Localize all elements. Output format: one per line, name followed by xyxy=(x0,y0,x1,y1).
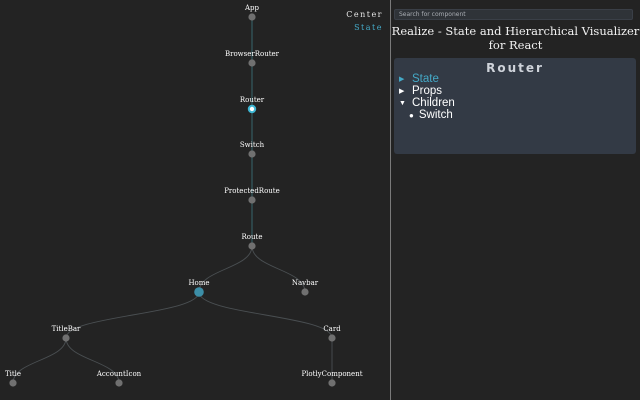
tree-node-accounticon[interactable]: AccountIcon xyxy=(96,370,142,387)
tree-node-titlebar[interactable]: TitleBar xyxy=(52,325,81,342)
tree-panel[interactable]: App BrowserRouter Router Switch ProtectedRou… xyxy=(0,0,390,400)
component-details-card: Router ▶ State ▶ Props ▼ Children ● Swit… xyxy=(394,58,636,154)
state-section-toggle[interactable]: ▶ State xyxy=(399,73,439,85)
section-label: Children xyxy=(412,97,455,109)
component-tree[interactable]: App BrowserRouter Router Switch ProtectedRou… xyxy=(0,0,390,400)
state-button[interactable]: State xyxy=(346,21,383,34)
tree-node-marker[interactable] xyxy=(248,242,256,250)
tree-node-marker[interactable] xyxy=(194,287,204,297)
caret-right-icon: ▶ xyxy=(399,88,405,95)
search-input[interactable] xyxy=(394,9,633,20)
children-section-toggle[interactable]: ▼ Children xyxy=(399,97,455,109)
tree-node-label: App xyxy=(244,4,260,12)
tree-node-marker[interactable] xyxy=(115,379,123,387)
tree-node-marker[interactable] xyxy=(301,288,309,296)
child-item[interactable]: ● Switch xyxy=(409,109,453,121)
tree-node-marker[interactable] xyxy=(62,334,70,342)
tree-node-label: PlotlyComponent xyxy=(301,370,362,378)
tree-node-label: Router xyxy=(240,96,265,104)
tree-node-navbar[interactable]: Navbar xyxy=(292,279,319,296)
caret-right-icon: ▶ xyxy=(399,76,405,83)
tree-link xyxy=(198,291,333,339)
tree-node-marker[interactable] xyxy=(248,59,256,67)
tree-node-marker[interactable] xyxy=(248,13,256,21)
section-label: State xyxy=(412,73,439,85)
tree-node-label: AccountIcon xyxy=(96,370,142,378)
bullet-icon: ● xyxy=(409,110,414,120)
child-label: Switch xyxy=(418,109,453,121)
tree-node-label: TitleBar xyxy=(52,325,81,333)
view-toggle: Center State xyxy=(346,8,383,34)
tree-node-label: Card xyxy=(323,325,341,333)
tree-node-label: ProtectedRoute xyxy=(224,187,280,195)
tree-node-label: Route xyxy=(242,233,263,241)
details-panel: Realize - State and Hierarchical Visuali… xyxy=(391,0,640,400)
tree-node-label: Switch xyxy=(240,141,265,149)
tree-node-card[interactable]: Card xyxy=(323,325,341,342)
tree-node-marker[interactable] xyxy=(328,379,336,387)
tree-node-label: Home xyxy=(188,279,209,287)
realize-app: App BrowserRouter Router Switch ProtectedRou… xyxy=(0,0,640,400)
tree-node-marker[interactable] xyxy=(9,379,17,387)
tree-node-title[interactable]: Title xyxy=(5,370,21,387)
tree-node-marker[interactable] xyxy=(248,150,256,158)
center-button[interactable]: Center xyxy=(346,8,383,21)
props-section-toggle[interactable]: ▶ Props xyxy=(399,85,442,97)
tree-node-label: BrowserRouter xyxy=(225,50,280,58)
tree-node-marker[interactable] xyxy=(328,334,336,342)
tree-node-home[interactable]: Home xyxy=(188,279,210,297)
app-title: Realize - State and Hierarchical Visuali… xyxy=(391,24,640,52)
tree-node-label: Navbar xyxy=(292,279,319,287)
caret-down-icon: ▼ xyxy=(399,99,406,107)
tree-node-app[interactable]: App xyxy=(244,4,260,21)
tree-node-label: Title xyxy=(5,370,21,378)
section-label: Props xyxy=(412,85,443,97)
tree-link xyxy=(65,291,200,339)
tree-node-marker[interactable] xyxy=(247,104,257,114)
tree-node-marker[interactable] xyxy=(248,196,256,204)
